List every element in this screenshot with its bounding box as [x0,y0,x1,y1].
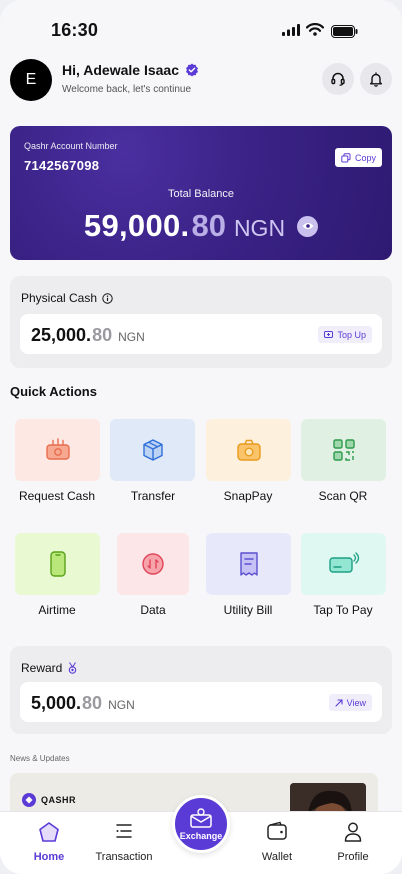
info-icon[interactable] [102,292,113,304]
nav-home[interactable]: Home [9,812,89,874]
scan-qr-tile[interactable] [301,419,386,481]
medal-icon [69,661,77,674]
nav-profile-label: Profile [337,851,369,863]
request-cash-icon [45,438,70,460]
physical-cash-amount-main: 25,000. [31,325,92,345]
reward-title: Reward [21,661,78,675]
exchange-button[interactable]: Exchange [172,795,230,853]
snappay-icon [236,439,261,461]
view-reward-button[interactable]: View [328,694,372,711]
wallet-icon [267,821,287,840]
battery-icon [331,25,358,38]
qashr-logo-text: QASHR [41,795,77,805]
physical-cash-amount: 25,000. 80 NGN [31,325,145,346]
news-title: News & Updates [10,754,70,763]
scan-qr-label: Scan QR [318,489,368,503]
account-card: Qashr Account Number 7142567098 Copy Tot… [10,126,392,260]
reward-amount-decimal: 80 [82,693,103,713]
airtime-icon [49,551,66,577]
greeting: Hi, Adewale Isaac [62,62,199,78]
request-cash-label: Request Cash [18,489,96,503]
data-tile[interactable] [117,533,189,595]
status-bar: 16:30 [0,18,402,44]
top-up-button[interactable]: Top Up [318,326,372,343]
exchange-icon [190,808,212,828]
physical-cash-title-text: Physical Cash [21,291,98,305]
account-number: 7142567098 [24,158,100,173]
transaction-icon [116,824,132,838]
nav-home-label: Home [33,851,65,863]
reward-title-text: Reward [21,661,63,675]
headset-icon [331,72,345,86]
balance-currency: NGN [233,215,286,241]
exchange-label: Exchange [179,831,223,841]
reward-panel: Reward 5,000. 80 NGN View [10,646,392,734]
utility-bill-label: Utility Bill [223,603,273,617]
profile-icon [344,822,362,842]
arrow-up-right-icon [335,698,343,707]
eye-icon [302,223,314,229]
nav-profile[interactable]: Profile [313,812,393,874]
view-label: View [346,697,366,708]
copy-label: Copy [354,152,376,163]
transfer-tile[interactable] [110,419,195,481]
support-button[interactable] [322,63,354,95]
qashr-logo: QASHR [22,793,76,807]
reward-currency: NGN [108,698,135,712]
utility-bill-icon [239,552,258,576]
nav-wallet-label: Wallet [261,851,293,863]
nav-transaction[interactable]: Transaction [84,812,164,874]
toggle-balance-visibility-button[interactable] [297,215,319,237]
nav-wallet[interactable]: Wallet [237,812,317,874]
app-screen: 16:30 E Hi, Adewale Isaac Welcome back, … [0,0,402,874]
physical-cash-amount-decimal: 80 [92,325,113,345]
avatar[interactable]: E [10,59,52,101]
data-icon [142,553,164,575]
top-up-label: Top Up [337,329,366,340]
copy-icon [341,152,351,162]
tap-to-pay-tile[interactable] [301,533,386,595]
wifi-icon [306,23,324,36]
status-time: 16:30 [51,20,99,40]
reward-amount-main: 5,000. [31,693,82,713]
home-icon [39,822,59,842]
snappay-label: SnapPay [223,489,273,503]
airtime-tile[interactable] [15,533,100,595]
bell-icon [370,72,382,87]
total-balance-label: Total Balance [167,188,235,200]
balance-decimal: 80 [191,208,226,243]
airtime-label: Airtime [38,603,76,617]
physical-cash-title: Physical Cash [21,291,113,305]
notifications-button[interactable] [360,63,392,95]
data-label: Data [140,603,166,617]
physical-cash-currency: NGN [118,330,145,344]
qashr-logo-icon [22,793,36,807]
top-up-icon [324,331,334,338]
utility-bill-tile[interactable] [206,533,291,595]
scan-qr-icon [332,439,355,461]
greeting-text: Hi, Adewale Isaac [62,62,179,78]
welcome-subtitle: Welcome back, let's continue [62,84,192,95]
verified-badge-icon [185,63,198,77]
balance-main: 59,000. [83,208,190,243]
tap-to-pay-icon [328,552,359,573]
request-cash-tile[interactable] [15,419,100,481]
signal-icon [282,24,300,36]
snappay-tile[interactable] [206,419,291,481]
reward-amount: 5,000. 80 NGN [31,693,135,714]
quick-actions-title: Quick Actions [10,384,97,399]
reward-amount-box: 5,000. 80 NGN View [20,682,382,722]
nav-transaction-label: Transaction [95,851,153,863]
copy-button[interactable]: Copy [334,148,382,167]
account-number-label: Qashr Account Number [24,141,118,151]
transfer-icon [142,439,163,461]
physical-cash-panel: Physical Cash 25,000. 80 NGN Top Up [10,276,392,368]
physical-cash-amount-box: 25,000. 80 NGN Top Up [20,314,382,354]
transfer-label: Transfer [130,489,176,503]
total-balance: 59,000. 80 NGN [10,208,392,244]
tap-to-pay-label: Tap To Pay [313,603,373,617]
